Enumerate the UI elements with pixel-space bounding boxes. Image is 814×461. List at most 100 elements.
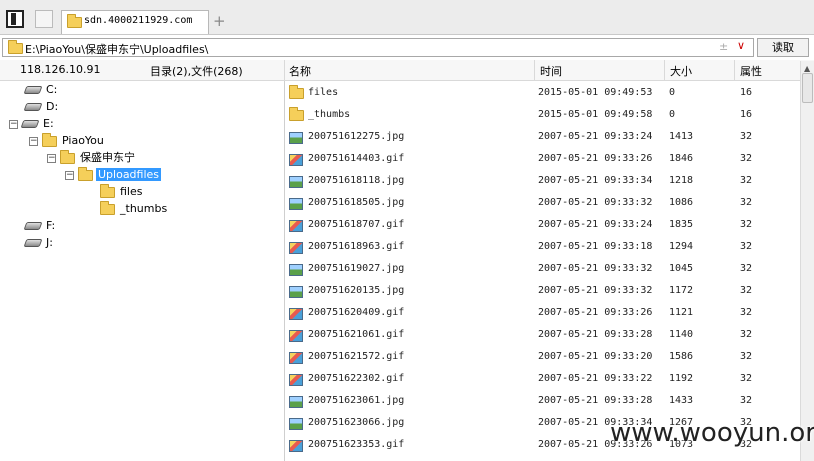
table-row[interactable]: 200751618963.gif 2007-05-21 09:33:18 1294 3…	[285, 237, 800, 259]
cell-name: 200751618118.jpg	[308, 175, 405, 186]
cell-size: 1121	[669, 307, 694, 318]
cell-time: 2007-05-21 09:33:28	[538, 395, 653, 406]
cell-name: 200751623066.jpg	[308, 417, 405, 428]
cell-name: 200751619027.jpg	[308, 263, 405, 274]
directory-tree: C: D: − E: − PiaoYou − 保盛申东宁 − Uploadfiles f…	[0, 81, 285, 461]
tree-node-piaoyou[interactable]: − PiaoYou	[29, 132, 106, 149]
table-row[interactable]: 200751618505.jpg 2007-05-21 09:33:32 1086 3…	[285, 193, 800, 215]
image-file-icon	[289, 264, 303, 276]
folder-icon	[42, 132, 57, 147]
collapse-icon[interactable]: −	[9, 119, 18, 129]
cell-size: 0	[669, 109, 676, 120]
cell-attr: 32	[740, 175, 753, 186]
tree-node-uploadfiles[interactable]: − Uploadfiles	[65, 166, 162, 183]
cell-attr: 32	[740, 373, 753, 384]
scroll-thumb[interactable]	[802, 73, 813, 103]
cell-size: 1846	[669, 153, 694, 164]
cell-attr: 32	[740, 395, 753, 406]
cell-name: 200751620409.gif	[308, 307, 405, 318]
image-file-icon	[289, 132, 303, 144]
scroll-up-icon[interactable]: ▲	[804, 64, 810, 73]
divider	[534, 60, 535, 80]
image-file-icon	[289, 418, 303, 430]
table-row[interactable]: 200751618118.jpg 2007-05-21 09:33:34 1218 3…	[285, 171, 800, 193]
new-tab-button[interactable]: +	[213, 12, 226, 30]
bookmark-icon[interactable]: ±	[719, 40, 728, 53]
tree-node-files[interactable]: files	[100, 183, 144, 200]
chevron-down-icon[interactable]: ∨	[737, 39, 745, 52]
cell-name: 200751618505.jpg	[308, 197, 405, 208]
cell-attr: 32	[740, 197, 753, 208]
path-input[interactable]: E:\PiaoYou\保盛申东宁\Uploadfiles\ ± ∨	[2, 38, 754, 57]
cell-size: 1413	[669, 131, 694, 142]
table-row[interactable]: 200751622302.gif 2007-05-21 09:33:22 1192 3…	[285, 369, 800, 391]
cell-time: 2007-05-21 09:33:26	[538, 307, 653, 318]
cell-time: 2007-05-21 09:33:18	[538, 241, 653, 252]
collapse-icon[interactable]: −	[65, 170, 74, 180]
cell-time: 2007-05-21 09:33:32	[538, 197, 653, 208]
col-attr[interactable]: 属性	[740, 63, 762, 79]
table-row[interactable]: 200751620135.jpg 2007-05-21 09:33:32 1172 3…	[285, 281, 800, 303]
tree-node-f[interactable]: F:	[23, 218, 57, 234]
panel-toggle-icon[interactable]	[6, 10, 24, 28]
tree-node-j[interactable]: J:	[23, 235, 55, 251]
cell-time: 2007-05-21 09:33:32	[538, 285, 653, 296]
tree-node-c[interactable]: C:	[23, 82, 59, 98]
scrollbar[interactable]: ▲	[800, 61, 814, 461]
cell-name: 200751621572.gif	[308, 351, 405, 362]
image-file-icon	[289, 396, 303, 408]
gif-file-icon	[289, 352, 303, 364]
table-row[interactable]: 200751621572.gif 2007-05-21 09:33:20 1586 3…	[285, 347, 800, 369]
table-row[interactable]: 200751612275.jpg 2007-05-21 09:33:24 1413 3…	[285, 127, 800, 149]
cell-name: 200751618963.gif	[308, 241, 405, 252]
cell-size: 1218	[669, 175, 694, 186]
cell-size: 1140	[669, 329, 694, 340]
table-row[interactable]: _thumbs 2015-05-01 09:49:58 0 16	[285, 105, 800, 127]
cell-size: 0	[669, 87, 676, 98]
tree-node-baosheng[interactable]: − 保盛申东宁	[47, 149, 137, 166]
col-time[interactable]: 时间	[540, 63, 562, 79]
tab-bar: sdn.4000211929.com +	[0, 0, 814, 35]
cell-size: 1192	[669, 373, 694, 384]
cell-size: 1294	[669, 241, 694, 252]
divider	[284, 60, 285, 80]
cell-time: 2015-05-01 09:49:53	[538, 87, 653, 98]
cell-name: 200751618707.gif	[308, 219, 405, 230]
open-folder-icon	[78, 166, 93, 181]
gif-file-icon	[289, 440, 303, 452]
collapse-icon[interactable]: −	[47, 153, 56, 163]
col-size[interactable]: 大小	[670, 63, 692, 79]
path-text: E:\PiaoYou\保盛申东宁\Uploadfiles\	[25, 43, 209, 56]
drive-icon	[23, 222, 43, 230]
cell-name: files	[308, 87, 339, 98]
tree-node-thumbs[interactable]: _thumbs	[100, 200, 169, 217]
divider	[734, 60, 735, 80]
ip-label: 118.126.10.91	[20, 63, 101, 76]
divider	[664, 60, 665, 80]
image-file-icon	[289, 176, 303, 188]
cell-size: 1045	[669, 263, 694, 274]
folder-icon	[100, 200, 115, 215]
blank-page-icon[interactable]	[35, 10, 53, 28]
tab-active[interactable]: sdn.4000211929.com	[61, 10, 209, 34]
table-row[interactable]: 200751614403.gif 2007-05-21 09:33:26 1846 3…	[285, 149, 800, 171]
table-row[interactable]: 200751619027.jpg 2007-05-21 09:33:32 1045 3…	[285, 259, 800, 281]
table-row[interactable]: 200751618707.gif 2007-05-21 09:33:24 1835 3…	[285, 215, 800, 237]
read-button[interactable]: 读取	[757, 38, 809, 57]
tree-node-d[interactable]: D:	[23, 99, 60, 115]
cell-attr: 32	[740, 263, 753, 274]
cell-attr: 32	[740, 153, 753, 164]
drive-icon	[20, 120, 40, 128]
cell-attr: 16	[740, 109, 753, 120]
collapse-icon[interactable]: −	[29, 136, 38, 146]
table-row[interactable]: 200751623061.jpg 2007-05-21 09:33:28 1433 3…	[285, 391, 800, 413]
col-name[interactable]: 名称	[289, 63, 311, 79]
folder-icon	[67, 14, 82, 28]
tree-node-e[interactable]: − E:	[9, 116, 56, 132]
table-row[interactable]: files 2015-05-01 09:49:53 0 16	[285, 83, 800, 105]
table-row[interactable]: 200751620409.gif 2007-05-21 09:33:26 1121 3…	[285, 303, 800, 325]
table-row[interactable]: 200751621061.gif 2007-05-21 09:33:28 1140 3…	[285, 325, 800, 347]
image-file-icon	[289, 286, 303, 298]
cell-attr: 32	[740, 285, 753, 296]
cell-attr: 32	[740, 307, 753, 318]
